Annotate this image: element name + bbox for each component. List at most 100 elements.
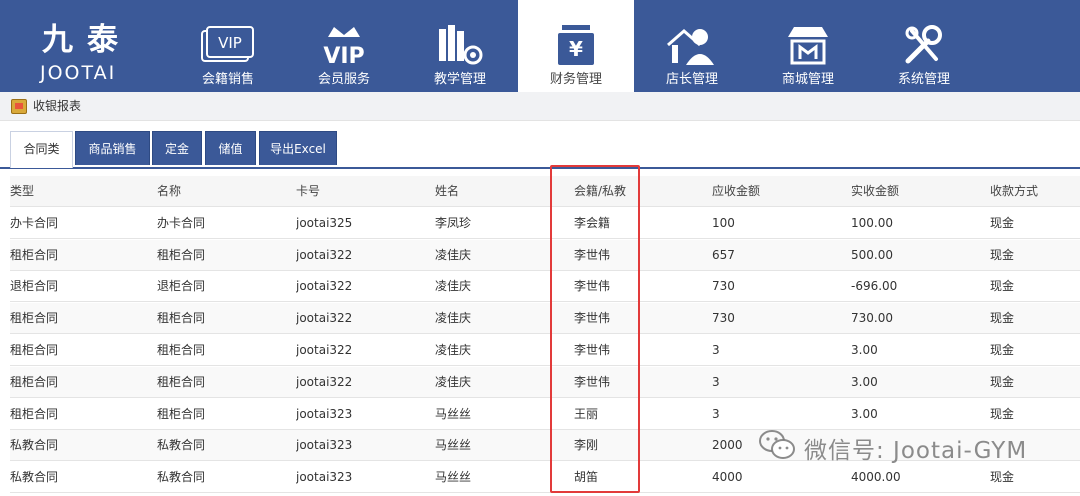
nav-label: 会籍销售 (201, 72, 254, 87)
watermark: 微信号: Jootai-GYM (758, 428, 1027, 468)
cell-card-number: jootai322 (296, 374, 353, 389)
cell-payment-method: 现金 (990, 343, 1015, 357)
cell-name: 办卡合同 (157, 215, 206, 230)
nav-item-teaching[interactable]: 教学管理 (402, 0, 518, 92)
nav-label: 系统管理 (897, 72, 950, 87)
nav-label: 教学管理 (433, 72, 486, 87)
cell-member-name: 凌佳庆 (435, 247, 472, 262)
cell-card-number: jootai322 (296, 247, 353, 262)
cell-coach: 李刚 (574, 438, 599, 453)
cell-member-name: 凌佳庆 (435, 343, 472, 357)
cell-member-name: 凌佳庆 (435, 374, 472, 389)
cell-card-number: jootai322 (296, 343, 353, 357)
column-header-payment-method: 收款方式 (990, 184, 1039, 198)
cell-name: 私教合同 (157, 438, 206, 453)
cell-payment-method: 现金 (990, 247, 1015, 262)
column-header-name: 名称 (157, 184, 182, 198)
cell-amount-received: -696.00 (851, 279, 898, 294)
cell-coach: 李会籍 (574, 215, 611, 230)
cell-type: 租柜合同 (10, 343, 59, 357)
cell-card-number: jootai322 (296, 311, 353, 326)
tab-product-sales[interactable]: 商品销售 (75, 131, 150, 165)
cell-name: 租柜合同 (157, 247, 206, 262)
cell-name: 租柜合同 (157, 343, 206, 357)
cell-amount-due: 100 (712, 215, 735, 230)
cell-member-name: 马丝丝 (435, 470, 472, 485)
table-header-row: 类型 名称 卡号 姓名 会籍/私教 应收金额 实收金额 收款方式 (10, 176, 1080, 207)
table-row[interactable]: 租柜合同 租柜合同 jootai322 凌佳庆 李世伟 657 500.00 现金 (10, 239, 1080, 271)
cell-member-name: 李凤珍 (435, 215, 472, 230)
svg-text:VIP: VIP (218, 34, 242, 52)
tab-export-excel[interactable]: 导出Excel (259, 131, 337, 165)
cell-card-number: jootai325 (296, 215, 353, 230)
report-header: 收银报表 (0, 92, 1080, 121)
logo-english: JOOTAI (40, 62, 117, 84)
table-row[interactable]: 租柜合同 租柜合同 jootai323 马丝丝 王丽 3 3.00 现金 (10, 399, 1080, 430)
cell-card-number: jootai323 (296, 406, 353, 421)
cell-type: 租柜合同 (10, 406, 59, 421)
teaching-icon (402, 22, 518, 68)
tab-deposit[interactable]: 定金 (152, 131, 202, 165)
report-icon (11, 99, 27, 114)
nav-item-finance[interactable]: ¥ 财务管理 (518, 0, 634, 92)
cell-payment-method: 现金 (990, 374, 1015, 389)
table-row[interactable]: 办卡合同 办卡合同 jootai325 李凤珍 李会籍 100 100.00 现金 (10, 208, 1080, 239)
finance-yen-icon: ¥ (518, 22, 634, 68)
nav-label: 财务管理 (549, 72, 602, 87)
cell-coach: 胡笛 (574, 470, 599, 485)
column-header-amount-due: 应收金额 (712, 184, 761, 198)
nav-item-member-service[interactable]: VIP 会员服务 (286, 0, 402, 92)
table-row[interactable]: 租柜合同 租柜合同 jootai322 凌佳庆 李世伟 3 3.00 现金 (10, 366, 1080, 398)
cell-type: 私教合同 (10, 438, 59, 453)
cell-amount-due: 730 (712, 311, 735, 326)
cell-payment-method: 现金 (990, 311, 1015, 326)
cell-amount-due: 3 (712, 374, 720, 389)
report-tabs: 合同类 商品销售 定金 储值 导出Excel (0, 130, 1080, 169)
cell-payment-method: 现金 (990, 279, 1015, 294)
table-row[interactable]: 租柜合同 租柜合同 jootai322 凌佳庆 李世伟 3 3.00 现金 (10, 335, 1080, 366)
cell-member-name: 凌佳庆 (435, 311, 472, 326)
column-header-card-number: 卡号 (296, 184, 321, 198)
column-header-amount-received: 实收金额 (851, 184, 900, 198)
cell-coach: 王丽 (574, 406, 599, 421)
cell-name: 退柜合同 (157, 279, 206, 294)
cell-card-number: jootai323 (296, 470, 353, 485)
cell-coach: 李世伟 (574, 343, 611, 357)
cell-amount-due: 657 (712, 247, 735, 262)
cell-card-number: jootai322 (296, 279, 353, 294)
cell-amount-due: 3 (712, 406, 720, 421)
nav-item-mall[interactable]: 商城管理 (750, 0, 866, 92)
cell-coach: 李世伟 (574, 311, 611, 326)
tools-icon (866, 22, 982, 68)
cell-type: 私教合同 (10, 470, 59, 485)
cell-member-name: 凌佳庆 (435, 279, 472, 294)
cell-name: 私教合同 (157, 470, 206, 485)
table-row[interactable]: 退柜合同 退柜合同 jootai322 凌佳庆 李世伟 730 -696.00 现金 (10, 271, 1080, 303)
cell-payment-method: 现金 (990, 215, 1015, 230)
vip-crown-icon: VIP (286, 22, 402, 68)
tab-stored-value[interactable]: 储值 (205, 131, 256, 165)
cell-amount-received: 500.00 (851, 247, 893, 262)
column-header-type: 类型 (10, 184, 35, 198)
tab-contracts[interactable]: 合同类 (10, 131, 73, 168)
cell-amount-due: 730 (712, 279, 735, 294)
nav-item-membership-sales[interactable]: VIP 会籍销售 (170, 0, 286, 92)
cell-amount-due: 3 (712, 343, 720, 357)
cell-card-number: jootai323 (296, 438, 353, 453)
cell-amount-received: 3.00 (851, 406, 878, 421)
svg-text:¥: ¥ (569, 37, 583, 61)
column-header-member-name: 姓名 (435, 184, 460, 198)
logo-chinese: 九泰 (42, 22, 132, 58)
cell-payment-method: 现金 (990, 406, 1015, 421)
cell-type: 办卡合同 (10, 215, 59, 230)
cell-member-name: 马丝丝 (435, 438, 472, 453)
table-row[interactable]: 租柜合同 租柜合同 jootai322 凌佳庆 李世伟 730 730.00 现金 (10, 303, 1080, 335)
cell-type: 退柜合同 (10, 279, 59, 294)
nav-item-store-manager[interactable]: 店长管理 (634, 0, 750, 92)
svg-text:VIP: VIP (323, 44, 364, 67)
nav-item-system[interactable]: 系统管理 (866, 0, 982, 92)
nav-label: 会员服务 (317, 72, 370, 87)
cell-type: 租柜合同 (10, 247, 59, 262)
cell-type: 租柜合同 (10, 374, 59, 389)
logo[interactable]: 九泰 JOOTAI (0, 0, 170, 92)
